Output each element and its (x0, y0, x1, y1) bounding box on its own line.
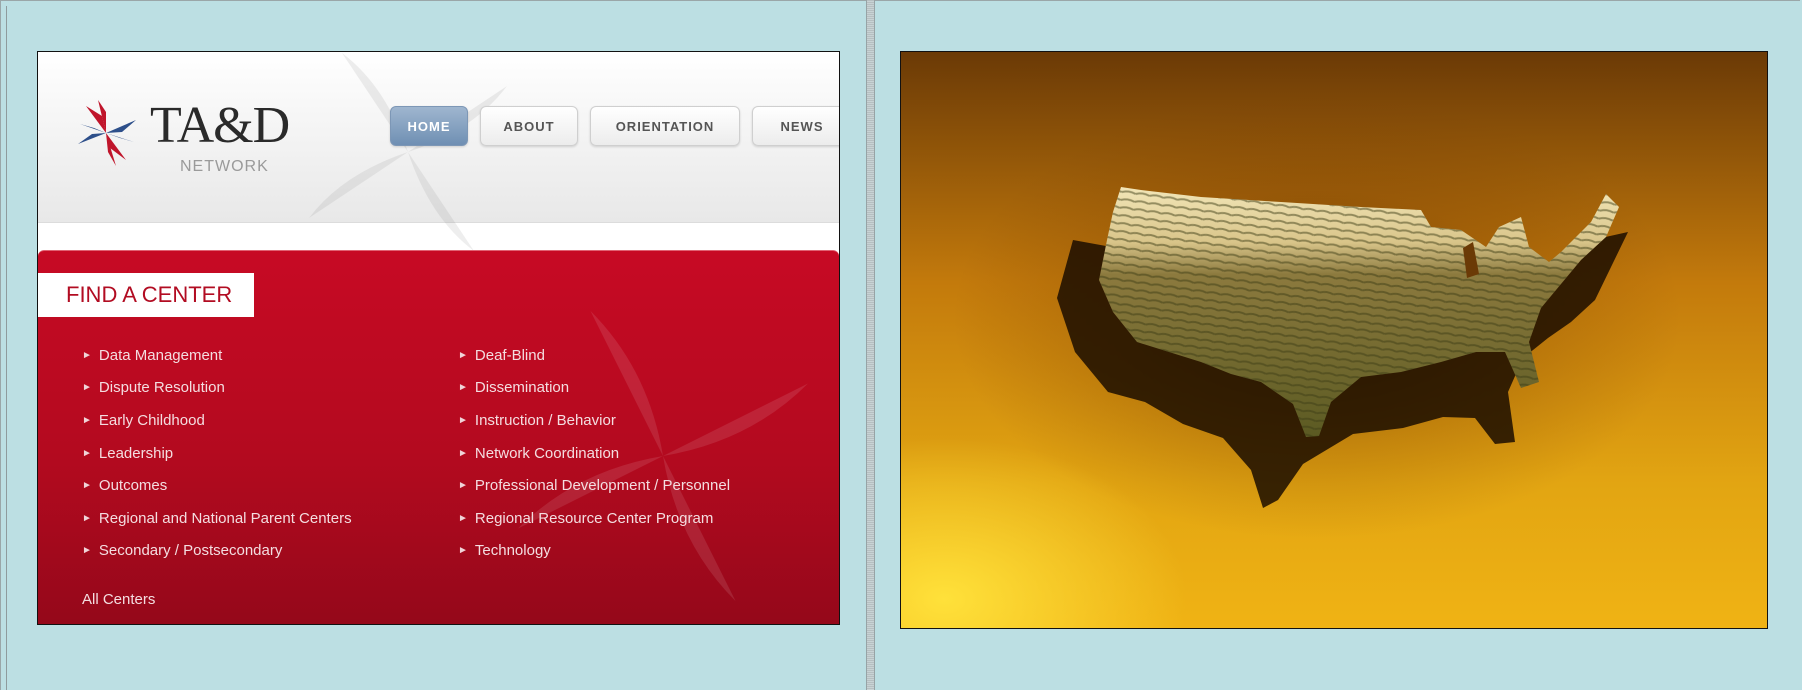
triangle-bullet-icon: ► (82, 349, 92, 361)
center-link[interactable]: ► Secondary / Postsecondary (82, 535, 352, 568)
center-link[interactable]: ► Dispute Resolution (82, 372, 352, 405)
centers-list-right: ► Deaf-Blind ► Dissemination ► Instruction … (458, 339, 730, 567)
center-link[interactable]: ► Technology (458, 535, 730, 568)
nav-about[interactable]: ABOUT (480, 106, 578, 146)
triangle-bullet-icon: ► (458, 349, 468, 361)
triangle-bullet-icon: ► (82, 414, 92, 426)
center-link[interactable]: ► Regional and National Parent Centers (82, 502, 352, 535)
center-link-label: Regional and National Parent Centers (98, 509, 352, 527)
all-centers-link[interactable]: All Centers (82, 591, 155, 608)
center-link-label: Leadership (98, 444, 174, 462)
brand-subtitle: NETWORK (180, 158, 269, 175)
header-watermark-icon (309, 53, 507, 251)
nav-home[interactable]: HOME (390, 106, 468, 146)
center-link-label: Network Coordination (474, 444, 620, 462)
center-link[interactable]: ► Regional Resource Center Program (458, 502, 730, 535)
center-link-label: Regional Resource Center Program (474, 509, 714, 527)
usa-map-image[interactable] (900, 51, 1768, 629)
center-link[interactable]: ► Instruction / Behavior (458, 404, 730, 437)
triangle-bullet-icon: ► (458, 545, 468, 557)
center-link[interactable]: ► Early Childhood (82, 404, 352, 437)
triangle-bullet-icon: ► (458, 512, 468, 524)
triangle-bullet-icon: ► (458, 447, 468, 459)
pane-divider[interactable] (866, 0, 875, 690)
site-header: TA&D NETWORK HOME ABOUT ORIENTATION NEWS (38, 52, 839, 251)
find-center-title: FIND A CENTER (38, 273, 254, 317)
tad-logo-icon (78, 100, 136, 166)
center-link-label: Data Management (98, 346, 223, 364)
center-link-label: Dispute Resolution (98, 379, 225, 397)
center-link-label: Dissemination (474, 379, 570, 397)
triangle-bullet-icon: ► (82, 382, 92, 394)
triangle-bullet-icon: ► (82, 545, 92, 557)
center-link-label: Early Childhood (98, 411, 205, 429)
find-center-panel: FIND A CENTER ► Data Management ► Dispute … (38, 250, 839, 624)
center-link[interactable]: ► Outcomes (82, 469, 352, 502)
center-link-label: Professional Development / Personnel (474, 477, 731, 495)
center-link[interactable]: ► Professional Development / Personnel (458, 469, 730, 502)
center-link[interactable]: ► Data Management (82, 339, 352, 372)
center-link-label: Outcomes (98, 477, 168, 495)
center-link[interactable]: ► Network Coordination (458, 437, 730, 470)
nav-news[interactable]: NEWS (752, 106, 839, 146)
triangle-bullet-icon: ► (458, 414, 468, 426)
website-screenshot-image[interactable]: TA&D NETWORK HOME ABOUT ORIENTATION NEWS… (37, 51, 840, 625)
centers-list-left: ► Data Management ► Dispute Resolution ► Ea… (82, 339, 352, 567)
triangle-bullet-icon: ► (458, 382, 468, 394)
center-link-label: Technology (474, 542, 551, 560)
triangle-bullet-icon: ► (458, 480, 468, 492)
center-link[interactable]: ► Dissemination (458, 372, 730, 405)
brand-title: TA&D (150, 97, 290, 154)
triangle-bullet-icon: ► (82, 480, 92, 492)
usa-map-icon (1057, 187, 1628, 508)
nav-orientation[interactable]: ORIENTATION (590, 106, 740, 146)
center-link-label: Secondary / Postsecondary (98, 542, 283, 560)
triangle-bullet-icon: ► (82, 512, 92, 524)
center-link[interactable]: ► Leadership (82, 437, 352, 470)
center-link[interactable]: ► Deaf-Blind (458, 339, 730, 372)
triangle-bullet-icon: ► (82, 447, 92, 459)
center-link-label: Instruction / Behavior (474, 411, 616, 429)
center-link-label: Deaf-Blind (474, 346, 545, 364)
